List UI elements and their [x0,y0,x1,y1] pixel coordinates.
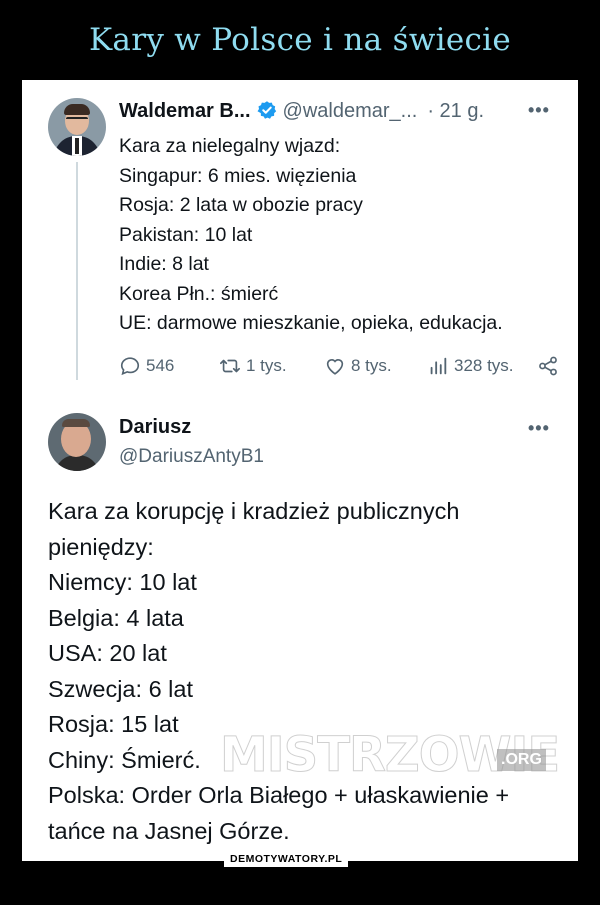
verified-badge-icon [257,100,277,126]
tweet-line: Indie: 8 lat [119,253,209,275]
tweet-text: Kara za korupcję i kradzież publicznych … [48,494,548,849]
author-name[interactable]: Waldemar B... [119,100,251,122]
tweet-line: Niemcy: 10 lat [48,569,197,595]
tweet-line: UE: darmowe mieszkanie, opieka, edukacja… [119,312,503,334]
reply-button[interactable]: 546 [119,355,174,377]
tweet-time[interactable]: · 21 g. [427,100,484,122]
tweet-line: Kara za nielegalny wjazd: [119,135,341,157]
tweet-header: Waldemar B... @waldemar_... · 21 g. [119,100,484,126]
tweet-line: Rosja: 2 lata w obozie pracy [119,194,363,216]
like-count: 8 tys. [351,356,392,375]
like-button[interactable]: 8 tys. [324,355,392,377]
avatar[interactable] [48,98,106,156]
tweet-line: Pakistan: 10 lat [119,223,253,246]
retweet-button[interactable]: 1 tys. [219,355,287,377]
tweet-line: USA: 20 lat [48,640,167,666]
tweet-text: Kara za nielegalny wjazd: Singapur: 6 mi… [119,132,503,339]
tweet-line: Belgia: 4 lata [48,604,184,631]
share-button[interactable] [537,355,559,377]
retweet-icon [220,359,240,373]
watermark-demotywatory: DEMOTYWATORY.PL [224,851,349,867]
tweet-actions: 546 1 tys. 8 tys. 328 tys. [119,355,559,381]
views-chart-icon [430,357,447,375]
author-name[interactable]: Dariusz [119,416,191,439]
share-icon [539,356,557,376]
views-button[interactable]: 328 tys. [427,355,514,377]
more-options-icon[interactable]: ••• [528,418,550,439]
author-handle[interactable]: @DariuszAntyB1 [119,446,264,468]
reply-icon [120,357,140,376]
tweet-line: Korea Płn.: śmierć [119,282,279,305]
views-count: 328 tys. [454,356,514,375]
tweet-line: Singapur: 6 mies. więzienia [119,164,357,187]
reply-count: 546 [146,356,175,375]
heart-icon [326,359,344,375]
thread-line [76,162,78,380]
retweet-count: 1 tys. [246,356,287,375]
watermark-org: .ORG [497,749,546,771]
avatar[interactable] [48,413,106,471]
tweet-line: Szwecja: 6 lat [48,675,193,702]
tweet-line: Kara za korupcję i kradzież publicznych [48,498,460,524]
tweet-line: tańce na Jasnej Górze. [48,817,290,844]
page-title: Kary w Polsce i na świecie [88,22,512,58]
more-options-icon[interactable]: ••• [528,100,550,121]
author-handle[interactable]: @waldemar_... [283,100,418,122]
tweet-line: pieniędzy: [48,533,154,560]
tweet-line: Polska: Order Orla Białego + ułaskawieni… [48,782,510,808]
